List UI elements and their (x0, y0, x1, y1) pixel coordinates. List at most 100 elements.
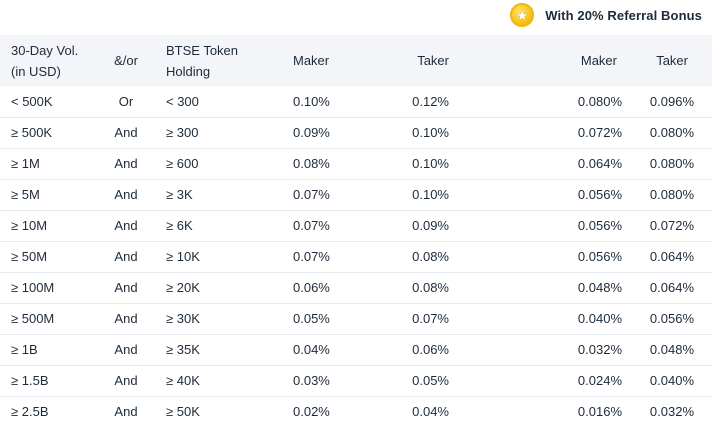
cell-volume: < 500K (11, 93, 53, 109)
cell-andor: And (114, 249, 138, 264)
cell-token-holding: < 300 (166, 93, 199, 109)
cell-andor: And (114, 342, 138, 357)
header-token-holding: BTSE Token Holding (166, 42, 239, 79)
cell-andor: Or (118, 93, 134, 109)
header-maker-referral: Maker (580, 53, 617, 68)
cell-token-holding: ≥ 300 (166, 125, 199, 140)
cell-maker: 0.08% (293, 156, 330, 171)
cell-andor: And (114, 280, 138, 295)
cell-taker: 0.07% (412, 311, 449, 326)
table-row: ≥ 100M And ≥ 20K 0.06% 0.08% 0.048% 0.064% (0, 272, 712, 303)
cell-maker-referral: 0.048% (577, 280, 622, 295)
header-andor: &/or (114, 53, 138, 68)
cell-volume: ≥ 1M (11, 156, 40, 171)
fee-schedule-table: 30-Day Vol. (in USD) &/or BTSE Token Hol… (0, 35, 712, 427)
cell-taker: 0.06% (412, 342, 449, 357)
table-row: ≥ 500M And ≥ 30K 0.05% 0.07% 0.040% 0.056% (0, 303, 712, 334)
cell-token-holding: ≥ 50K (166, 404, 200, 420)
cell-volume: ≥ 500K (11, 125, 53, 140)
cell-andor: And (114, 187, 138, 202)
cell-token-holding: ≥ 40K (166, 373, 200, 388)
referral-bonus-label: With 20% Referral Bonus (545, 7, 702, 23)
cell-andor: And (114, 311, 138, 326)
cell-maker-referral: 0.040% (577, 311, 622, 326)
cell-taker-referral: 0.080% (649, 125, 694, 140)
cell-taker-referral: 0.064% (649, 280, 694, 295)
cell-token-holding: ≥ 6K (166, 218, 193, 233)
cell-volume: ≥ 500M (11, 311, 55, 326)
cell-taker: 0.10% (412, 125, 449, 140)
table-row: ≥ 500K And ≥ 300 0.09% 0.10% 0.072% 0.080% (0, 117, 712, 148)
cell-maker-referral: 0.064% (577, 156, 622, 171)
cell-volume: ≥ 50M (11, 249, 48, 264)
cell-maker: 0.06% (293, 280, 330, 295)
cell-taker: 0.10% (412, 156, 449, 171)
star-coin-icon: ★ (510, 3, 535, 27)
table-row: < 500K Or < 300 0.10% 0.12% 0.080% 0.096% (0, 86, 712, 117)
cell-taker: 0.08% (412, 280, 449, 295)
table-row: ≥ 1M And ≥ 600 0.08% 0.10% 0.064% 0.080% (0, 148, 712, 179)
cell-andor: And (114, 156, 138, 171)
cell-taker-referral: 0.096% (649, 93, 694, 109)
cell-maker-referral: 0.056% (577, 249, 622, 264)
table-header-row: 30-Day Vol. (in USD) &/or BTSE Token Hol… (0, 35, 712, 86)
cell-volume: ≥ 1.5B (11, 373, 49, 388)
cell-andor: And (114, 218, 138, 233)
cell-maker-referral: 0.080% (577, 93, 622, 109)
table-row: ≥ 10M And ≥ 6K 0.07% 0.09% 0.056% 0.072% (0, 210, 712, 241)
table-row: ≥ 1.5B And ≥ 40K 0.03% 0.05% 0.024% 0.040% (0, 365, 712, 396)
cell-volume: ≥ 100M (11, 280, 55, 295)
cell-token-holding: ≥ 10K (166, 249, 200, 264)
cell-maker-referral: 0.032% (577, 342, 622, 357)
cell-token-holding: ≥ 20K (166, 280, 200, 295)
cell-andor: And (114, 373, 138, 388)
cell-maker-referral: 0.056% (577, 187, 622, 202)
header-taker: Taker (417, 53, 449, 68)
cell-taker: 0.09% (412, 218, 449, 233)
cell-taker: 0.12% (412, 93, 449, 109)
cell-token-holding: ≥ 600 (166, 156, 199, 171)
cell-taker-referral: 0.080% (649, 187, 694, 202)
cell-andor: And (114, 125, 138, 140)
cell-token-holding: ≥ 35K (166, 342, 200, 357)
cell-taker-referral: 0.056% (649, 311, 694, 326)
cell-taker-referral: 0.064% (649, 249, 694, 264)
cell-volume: ≥ 10M (11, 218, 48, 233)
header-volume: 30-Day Vol. (in USD) (11, 42, 79, 79)
cell-maker-referral: 0.072% (577, 125, 622, 140)
cell-taker: 0.08% (412, 249, 449, 264)
cell-maker: 0.07% (293, 218, 330, 233)
cell-maker: 0.05% (293, 311, 330, 326)
header-maker: Maker (293, 53, 330, 68)
cell-maker-referral: 0.024% (577, 373, 622, 388)
table-row: ≥ 1B And ≥ 35K 0.04% 0.06% 0.032% 0.048% (0, 334, 712, 365)
cell-volume: ≥ 5M (11, 187, 40, 202)
cell-taker: 0.05% (412, 373, 449, 388)
cell-maker: 0.07% (293, 187, 330, 202)
cell-maker-referral: 0.016% (577, 404, 622, 420)
cell-taker: 0.04% (412, 404, 449, 420)
cell-maker: 0.09% (293, 125, 330, 140)
cell-andor: And (114, 404, 138, 420)
cell-maker: 0.10% (293, 93, 330, 109)
cell-maker: 0.02% (293, 404, 330, 420)
cell-taker-referral: 0.040% (649, 373, 694, 388)
referral-bonus-banner: ★ With 20% Referral Bonus (0, 0, 712, 30)
cell-taker-referral: 0.048% (649, 342, 694, 357)
cell-token-holding: ≥ 30K (166, 311, 200, 326)
cell-maker-referral: 0.056% (577, 218, 622, 233)
cell-maker: 0.07% (293, 249, 330, 264)
table-row: ≥ 5M And ≥ 3K 0.07% 0.10% 0.056% 0.080% (0, 179, 712, 210)
cell-taker-referral: 0.032% (649, 404, 694, 420)
cell-maker: 0.04% (293, 342, 330, 357)
cell-taker: 0.10% (412, 187, 449, 202)
cell-maker: 0.03% (293, 373, 330, 388)
cell-taker-referral: 0.072% (649, 218, 694, 233)
cell-token-holding: ≥ 3K (166, 187, 193, 202)
table-row: ≥ 50M And ≥ 10K 0.07% 0.08% 0.056% 0.064% (0, 241, 712, 272)
header-taker-referral: Taker (656, 53, 688, 68)
cell-taker-referral: 0.080% (649, 156, 694, 171)
cell-volume: ≥ 2.5B (11, 404, 49, 420)
table-row: ≥ 2.5B And ≥ 50K 0.02% 0.04% 0.016% 0.032% (0, 396, 712, 427)
cell-volume: ≥ 1B (11, 342, 38, 357)
